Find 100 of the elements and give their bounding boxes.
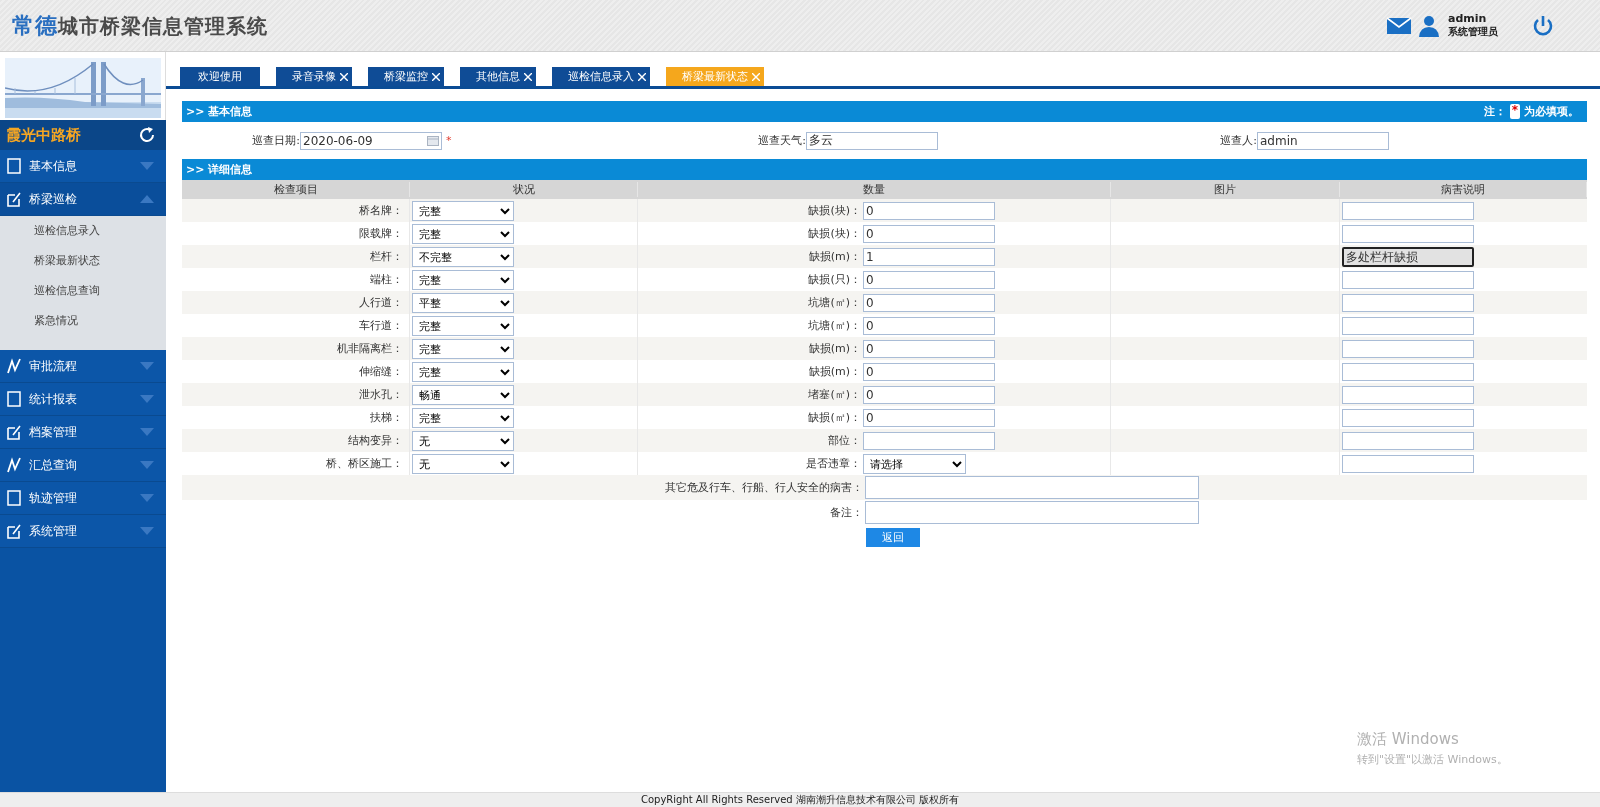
quantity-field[interactable]: 1 [863, 247, 995, 266]
quantity-label: 缺损(m)： [807, 364, 862, 379]
caret-icon [140, 461, 154, 469]
caret-icon [140, 428, 154, 436]
submenu-item[interactable]: 巡检信息查询 [0, 276, 166, 306]
menu-item[interactable]: 档案管理 [0, 416, 166, 449]
back-button[interactable]: 返回 [866, 528, 920, 547]
caret-icon [140, 162, 154, 170]
tab[interactable]: 巡检信息录入 [552, 67, 650, 86]
tab[interactable]: 录音录像 [276, 67, 352, 86]
menu-icon [6, 391, 22, 407]
bridge-name: 霞光中路桥 [6, 125, 81, 145]
submenu-item[interactable]: 紧急情况 [0, 306, 166, 336]
menu-item[interactable]: 统计报表 [0, 383, 166, 416]
quantity-field[interactable]: 0 [863, 339, 995, 358]
description-field[interactable]: 多处栏杆缺损 [1342, 246, 1474, 267]
status-select[interactable]: 无 [412, 453, 514, 474]
field-label: 其它危及行车、行船、行人安全的病害： [664, 480, 864, 495]
quantity-label: 缺损(m)： [807, 341, 862, 356]
quantity-field[interactable]: 0 [863, 201, 995, 220]
quantity-field[interactable] [863, 431, 995, 450]
status-select[interactable]: 完整 [412, 407, 514, 428]
tab[interactable]: 其他信息 [460, 67, 536, 86]
menu-item[interactable]: 系统管理 [0, 515, 166, 548]
status-select[interactable]: 畅通 [412, 384, 514, 405]
item-label: 限载牌： [359, 226, 403, 241]
description-field[interactable] [1342, 408, 1474, 427]
description-field[interactable] [1342, 224, 1474, 243]
input-field[interactable] [865, 501, 1199, 524]
quantity-field[interactable]: 0 [863, 293, 995, 312]
description-field[interactable] [1342, 431, 1474, 450]
status-select[interactable]: 不完整 [412, 246, 514, 267]
description-field[interactable] [1342, 293, 1474, 312]
status-select[interactable]: 完整 [412, 200, 514, 221]
mail-icon[interactable] [1386, 16, 1412, 35]
item-label: 伸缩缝： [359, 364, 403, 379]
status-select[interactable]: 完整 [412, 361, 514, 382]
description-field[interactable] [1342, 270, 1474, 289]
description-field[interactable] [1342, 201, 1474, 220]
menu-item[interactable]: 轨迹管理 [0, 482, 166, 515]
menu-icon [6, 490, 22, 506]
item-label: 栏杆： [370, 249, 403, 264]
quantity-label: 缺损(块)： [807, 226, 862, 241]
description-field[interactable] [1342, 316, 1474, 335]
item-label: 桥名牌： [359, 203, 403, 218]
input-field[interactable] [865, 476, 1199, 499]
description-field[interactable] [1342, 385, 1474, 404]
quantity-label: 缺损(块)： [807, 203, 862, 218]
status-select[interactable]: 完整 [412, 223, 514, 244]
field-label: 巡查天气: [757, 133, 806, 148]
column-header: 状况 [410, 182, 638, 197]
quantity-label: 缺损(只)： [807, 272, 862, 287]
close-icon[interactable] [638, 72, 646, 81]
status-select[interactable]: 完整 [412, 315, 514, 336]
item-label: 车行道： [359, 318, 403, 333]
caret-icon [140, 362, 154, 370]
field-label: 备注： [829, 505, 864, 520]
menu-item[interactable]: 基本信息 [0, 150, 166, 183]
input-field[interactable]: admin [1257, 131, 1389, 150]
menu-item[interactable]: 审批流程 [0, 350, 166, 383]
item-label: 桥、桥区施工： [326, 456, 403, 471]
refresh-icon[interactable] [138, 126, 156, 144]
activation-title: 激活 Windows [1357, 730, 1460, 749]
quantity-field[interactable]: 0 [863, 385, 995, 404]
close-icon[interactable] [340, 72, 348, 81]
close-icon[interactable] [524, 72, 532, 81]
input-field[interactable]: 2020-06-09 [300, 131, 442, 150]
menu-icon [6, 158, 22, 174]
quantity-field[interactable]: 0 [863, 408, 995, 427]
section-title: >> 详细信息 [186, 162, 253, 177]
menu-item[interactable]: 桥梁巡检 [0, 183, 166, 216]
description-field[interactable] [1342, 454, 1474, 473]
close-icon[interactable] [432, 72, 440, 81]
violation-select[interactable]: 请选择 [863, 453, 966, 474]
status-select[interactable]: 完整 [412, 269, 514, 290]
status-select[interactable]: 完整 [412, 338, 514, 359]
status-select[interactable]: 无 [412, 430, 514, 451]
description-field[interactable] [1342, 339, 1474, 358]
quantity-field[interactable]: 0 [863, 224, 995, 243]
status-select[interactable]: 平整 [412, 292, 514, 313]
system-title: 常德城市桥梁信息管理系统 [12, 11, 268, 40]
tab[interactable]: 欢迎使用 [180, 67, 260, 86]
caret-icon [140, 527, 154, 535]
footer-text: CopyRight All Rights Reserved 湖南潮升信息技术有限公司 版权所有 [0, 792, 1600, 807]
field-label: 巡查日期: [251, 133, 300, 148]
quantity-field[interactable]: 0 [863, 270, 995, 289]
input-field[interactable]: 多云 [806, 131, 938, 150]
quantity-field[interactable]: 0 [863, 316, 995, 335]
calendar-icon[interactable] [427, 135, 439, 146]
item-label: 端柱： [370, 272, 403, 287]
menu-icon [6, 191, 22, 207]
quantity-field[interactable]: 0 [863, 362, 995, 381]
description-field[interactable] [1342, 362, 1474, 381]
section-title: >> 基本信息 [186, 104, 253, 119]
power-icon[interactable] [1532, 14, 1554, 37]
item-label: 泄水孔： [359, 387, 403, 402]
menu-item[interactable]: 汇总查询 [0, 449, 166, 482]
submenu-item[interactable]: 巡检信息录入 [0, 216, 166, 246]
tab[interactable]: 桥梁监控 [368, 67, 444, 86]
submenu-item[interactable]: 桥梁最新状态 [0, 246, 166, 276]
